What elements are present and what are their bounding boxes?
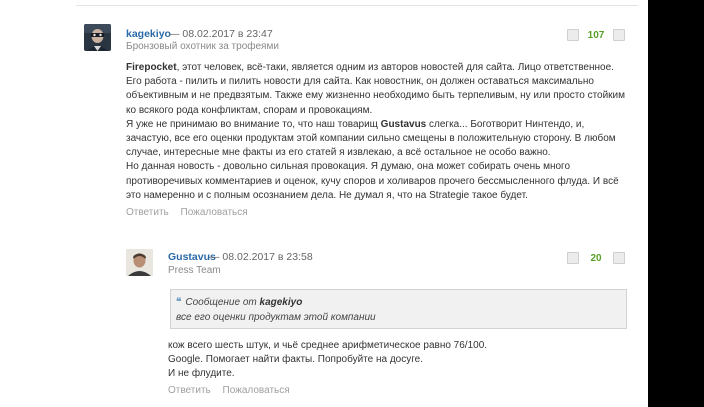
user-rank-title: Press Team (168, 265, 221, 276)
masked-man-avatar-icon[interactable] (84, 24, 111, 51)
vote-down-button[interactable] (567, 252, 579, 264)
reply-link[interactable]: Ответить (168, 385, 211, 396)
vote-widget: 20 (567, 248, 625, 268)
vote-score: 20 (590, 252, 602, 264)
man-portrait-avatar-icon[interactable] (126, 249, 153, 276)
user-rank-title: Бронзовый охотник за трофеями (126, 41, 279, 52)
comment-line: Google. Помогает найти факты. Попробуйте… (168, 354, 423, 366)
comment-author-link[interactable]: kagekiyo (126, 28, 171, 40)
quote-icon: ❝ (176, 297, 182, 308)
comment-thread: kagekiyo — 08.02.2017 в 23:47 Бронзовый … (0, 0, 648, 407)
mentioned-user: Gustavus (380, 118, 427, 130)
quote-header: ❝ Сообщение от kagekiyo (176, 297, 303, 308)
mentioned-user: Firepocket (126, 62, 177, 73)
comment-date: — 08.02.2017 в 23:47 (169, 28, 273, 40)
vote-widget: 107 (567, 25, 625, 45)
comment-actions: Ответить Пожаловаться (126, 207, 257, 218)
comment-body: Firepocket, этот человек, всё-таки, явля… (126, 61, 628, 203)
quote-text: все его оценки продуктам этой компании (176, 312, 376, 323)
comment-paragraph: Я уже не принимаю во внимание то, что на… (126, 118, 616, 159)
quote-author: kagekiyo (259, 297, 303, 308)
comment-date: — 08.02.2017 в 23:58 (209, 251, 313, 263)
comment-actions: Ответить Пожаловаться (168, 385, 299, 396)
report-link[interactable]: Пожаловаться (223, 385, 290, 396)
vote-up-button[interactable] (613, 252, 625, 264)
reply-link[interactable]: Ответить (126, 207, 169, 218)
comment-paragraph: Firepocket, этот человек, всё-таки, явля… (126, 62, 626, 116)
vote-up-button[interactable] (613, 29, 625, 41)
comment-paragraph: Но данная новость - довольно сильная про… (126, 161, 619, 201)
vote-score: 107 (587, 29, 605, 41)
page-edge-black (648, 0, 704, 407)
vote-down-button[interactable] (567, 29, 579, 41)
comment-line: кож всего шесть штук, и чьё среднее ариф… (168, 340, 488, 351)
report-link[interactable]: Пожаловаться (181, 207, 248, 218)
comment-body: кож всего шесть штук, и чьё среднее ариф… (168, 339, 628, 382)
comment-line: И не флудите. (168, 368, 235, 380)
divider (76, 5, 638, 6)
quote-block: ❝ Сообщение от kagekiyo все его оценки пр… (170, 289, 627, 329)
